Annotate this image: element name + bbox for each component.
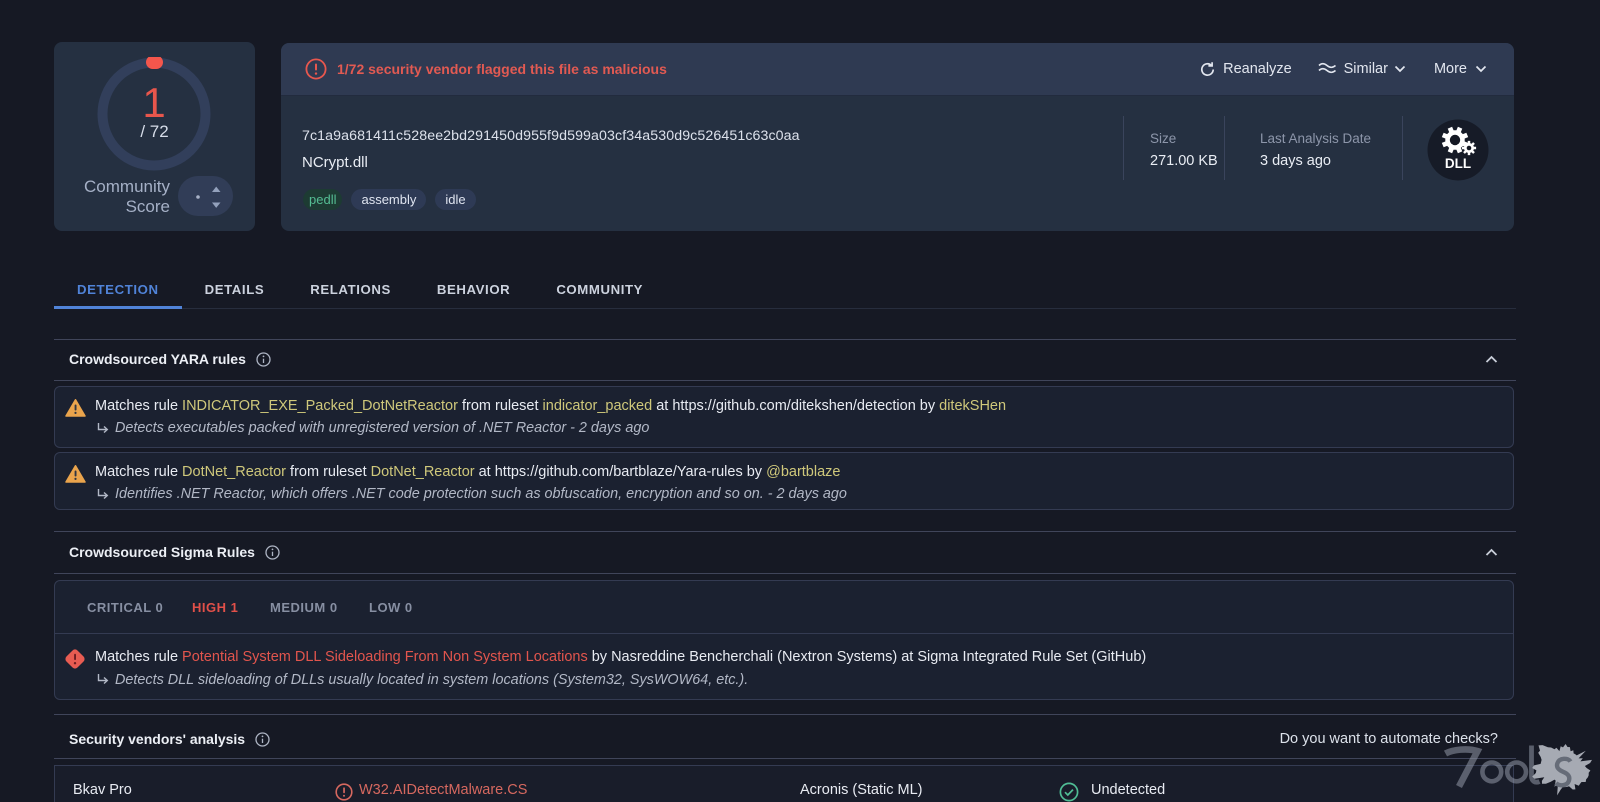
svg-text:DLL: DLL bbox=[1445, 156, 1471, 171]
